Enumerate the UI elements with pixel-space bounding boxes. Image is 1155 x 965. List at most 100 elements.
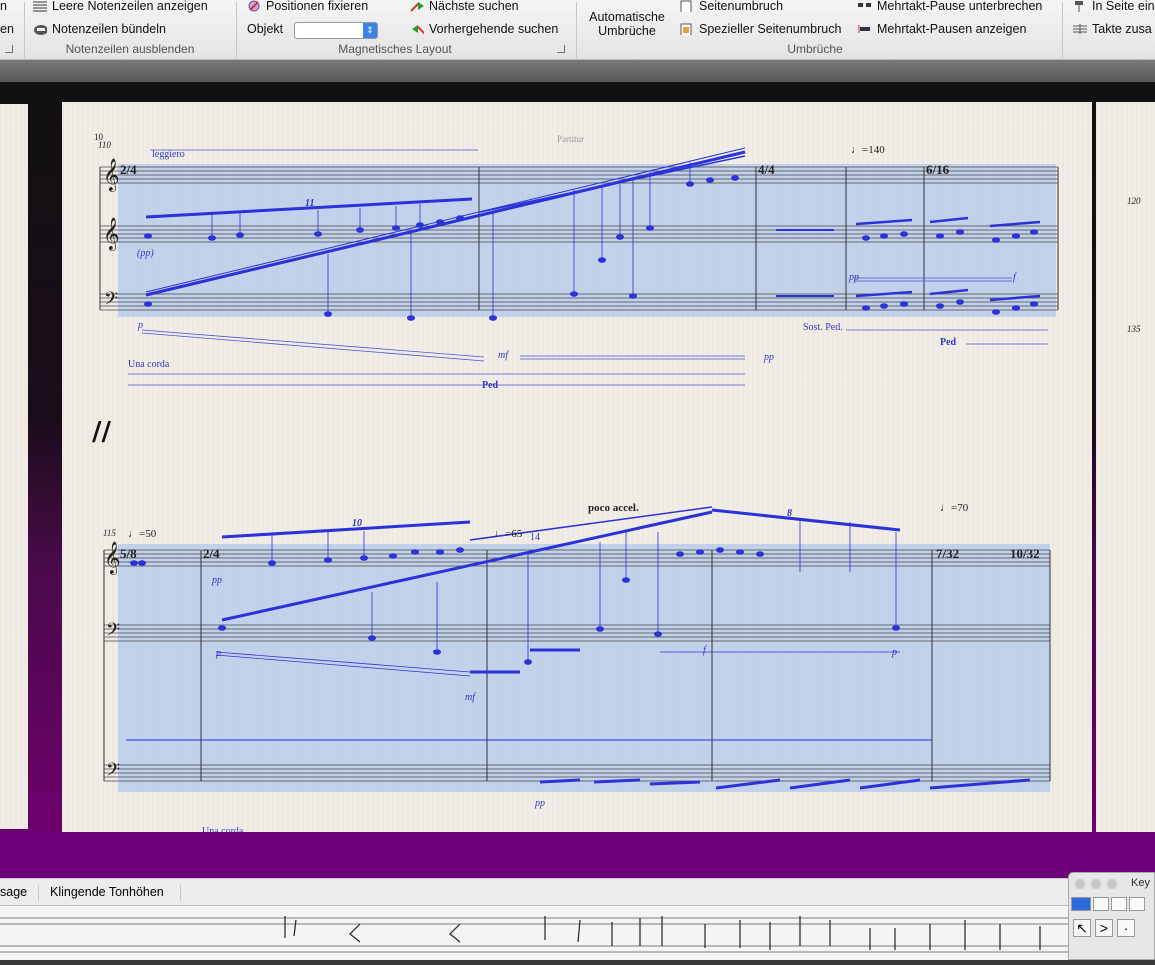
special-page-break-label: Spezieller Seitenumbruch: [699, 22, 842, 36]
bottom-tab-bar: sage Klingende Tonhöhen: [0, 878, 1155, 906]
auto-breaks-label: Automatische Umbrüche: [589, 10, 665, 38]
treble-clef-icon: 𝄞: [103, 217, 120, 251]
dynamic-p: p: [138, 320, 143, 331]
dynamic-pp: pp: [764, 352, 774, 363]
time-signature: 2/4: [120, 162, 137, 177]
keypad-panel: Key ↖ > ·: [1068, 872, 1155, 960]
find-previous-icon: [412, 25, 424, 35]
find-next-label: Nächste suchen: [429, 0, 519, 13]
dynamic-p-3: p: [892, 647, 897, 658]
find-next-button[interactable]: Nächste suchen: [410, 0, 519, 13]
time-signature: 10/32: [1010, 546, 1040, 561]
page-break-button[interactable]: Seitenumbruch: [680, 0, 783, 13]
tempo-mark-1: ♩=140: [851, 144, 885, 156]
slur-icon[interactable]: [1129, 897, 1145, 911]
object-label: Objekt: [247, 22, 283, 36]
special-page-break-icon: [680, 23, 692, 35]
time-signature: 4/4: [758, 162, 775, 177]
in-page-button[interactable]: In Seite ein: [1073, 0, 1155, 13]
ribbon-toolbar: n en Leere Notenzeilen anzeigen Notenzei…: [0, 0, 1155, 60]
tab-passage[interactable]: sage: [0, 885, 27, 899]
group1-item-1-label: n: [0, 0, 7, 13]
find-previous-button[interactable]: Vorhergehende suchen: [410, 22, 558, 36]
pedal-mark-2: Ped: [940, 337, 957, 348]
special-page-break-button[interactable]: Spezieller Seitenumbruch: [680, 22, 841, 36]
break-multirest-button[interactable]: Mehrtakt-Pause unterbrechen: [858, 0, 1042, 13]
dynamic-f-2: f: [703, 645, 706, 656]
empty-staves-icon: [33, 1, 47, 12]
show-multirest-button[interactable]: Mehrtakt-Pausen anzeigen: [858, 22, 1026, 36]
tempo-mark-3: ♩=65: [494, 528, 523, 540]
show-multirest-icon: [858, 25, 870, 33]
sost-ped-text: Sost. Ped.: [803, 322, 843, 333]
treble-clef-icon: 𝄞: [104, 541, 121, 575]
rest-icon[interactable]: [1093, 897, 1109, 911]
bar-number-120: 120: [1127, 196, 1141, 206]
tempo-2-value: =50: [139, 528, 157, 540]
show-multirest-label: Mehrtakt-Pausen anzeigen: [877, 22, 1027, 36]
bar-number-115: 115: [103, 528, 116, 538]
accent-button[interactable]: >: [1095, 919, 1113, 937]
page-break-icon: [680, 0, 692, 12]
group1-item-2[interactable]: en: [0, 22, 14, 36]
separator: [1062, 2, 1063, 58]
object-select[interactable]: ⇕: [294, 22, 378, 39]
tempo-mark-2: ♩=50: [128, 528, 157, 540]
ruler-strip: [0, 60, 1155, 82]
zoom-dot-icon[interactable]: [1107, 879, 1117, 889]
fix-positions-button[interactable]: Positionen fixieren: [247, 0, 368, 13]
bass-clef-icon: 𝄢: [106, 760, 120, 785]
bass-clef-icon: 𝄢: [106, 620, 120, 645]
layout-icon[interactable]: [1111, 897, 1127, 911]
bundle-staves-button[interactable]: Notenzeilen bündeln: [33, 22, 166, 36]
separator: [576, 2, 577, 58]
workspace-background: [0, 832, 1155, 878]
dialog-launcher-icon[interactable]: [557, 45, 565, 53]
show-empty-staves-label: Leere Notenzeilen anzeigen: [52, 0, 208, 13]
group1-item-1[interactable]: n: [0, 0, 7, 13]
dynamic-p-2: p: [216, 648, 221, 659]
breaks-group-title: Umbrüche: [787, 42, 843, 56]
fix-positions-icon: [248, 0, 260, 12]
auto-breaks-button[interactable]: Automatische Umbrüche: [584, 10, 670, 38]
object-label-text: Objekt: [247, 22, 284, 36]
staccato-button[interactable]: ·: [1117, 919, 1135, 937]
break-multirest-icon: [858, 3, 871, 7]
time-signature: 7/32: [936, 546, 960, 561]
bar-number-14: 14: [530, 532, 540, 543]
separator: [180, 885, 181, 901]
dynamic-pp-4: pp: [535, 798, 545, 809]
bundle-staves-icon: [34, 25, 47, 35]
tab-concert-pitch[interactable]: Klingende Tonhöhen: [50, 885, 164, 899]
group1-item-2-label: en: [0, 22, 14, 36]
dynamic-pp-paren: (pp): [137, 248, 154, 259]
dialog-launcher-icon[interactable]: [5, 45, 13, 53]
dynamic-mf-2: mf: [465, 692, 475, 703]
select-arrow-button[interactable]: ↖: [1073, 919, 1091, 937]
score-canvas[interactable]: 𝄞 𝄞 𝄢 𝄞 𝄢 𝄢 //: [0, 82, 1155, 832]
keypad-title: Key: [1131, 877, 1150, 889]
system-separator-icon: //: [92, 417, 111, 447]
pedal-mark: Ped: [482, 380, 499, 391]
close-dot-icon[interactable]: [1075, 879, 1085, 889]
dynamic-mf: mf: [498, 350, 508, 361]
tuplet-10: 10: [352, 518, 362, 529]
tuplet-8: 8: [787, 508, 792, 519]
minimize-dot-icon[interactable]: [1091, 879, 1101, 889]
una-corda-text: Una corda: [128, 359, 170, 370]
poco-accel-text: poco accel.: [588, 502, 639, 514]
tuplet-11: 11: [305, 198, 315, 209]
tempo-3-value: =65: [505, 528, 523, 540]
expression-leggiero: leggiero: [152, 149, 185, 160]
selection-region: [118, 544, 1050, 792]
merge-bars-label: Takte zusa: [1092, 22, 1152, 36]
merge-bars-button[interactable]: Takte zusa: [1073, 22, 1152, 36]
eye-icon[interactable]: [1071, 897, 1091, 911]
chevron-updown-icon: ⇕: [363, 23, 377, 38]
show-empty-staves-button[interactable]: Leere Notenzeilen anzeigen: [33, 0, 208, 13]
tempo-mark-4: ♩=70: [940, 502, 969, 514]
panorama-strip: [0, 906, 1155, 960]
document-area: 𝄞 𝄞 𝄢 𝄞 𝄢 𝄢 // Partitur 10 110 120 135 1…: [0, 82, 1155, 837]
bundle-staves-label: Notenzeilen bündeln: [52, 22, 166, 36]
time-signature: 6/16: [926, 162, 950, 177]
